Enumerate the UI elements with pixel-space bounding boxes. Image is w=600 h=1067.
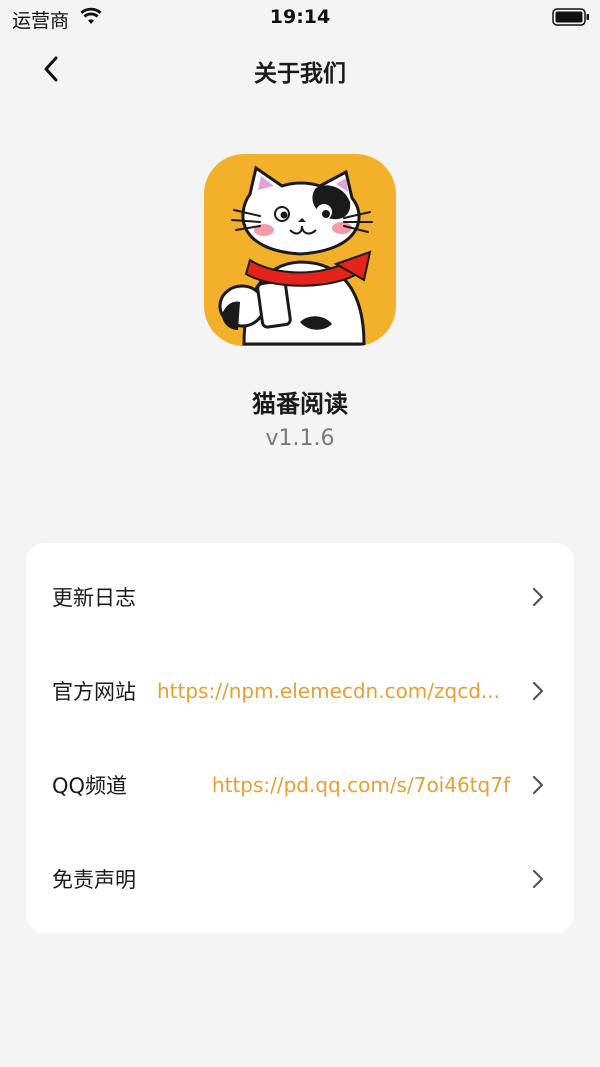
menu-item-label: QQ频道 (52, 774, 128, 798)
chevron-right-icon (532, 587, 544, 607)
nav-bar: 关于我们 (0, 44, 600, 94)
menu-item-label: 更新日志 (52, 586, 136, 610)
menu-item-qq-channel[interactable]: QQ频道 https://pd.qq.com/s/7oi46tq7f (26, 738, 574, 832)
about-menu-card: 更新日志 官方网站 https://npm.elemecdn.com/zqcd.… (26, 543, 574, 933)
menu-item-disclaimer[interactable]: 免责声明 (26, 832, 574, 926)
app-logo (204, 154, 396, 346)
qq-channel-link[interactable]: https://pd.qq.com/s/7oi46tq7f (212, 773, 510, 797)
chevron-right-icon (532, 681, 544, 701)
status-time: 19:14 (269, 6, 331, 28)
chevron-right-icon (532, 775, 544, 795)
status-bar: 运营商 19:14 (0, 0, 600, 34)
cat-reading-logo (218, 165, 373, 346)
battery-icon (552, 8, 589, 26)
chevron-right-icon (532, 869, 544, 889)
page-title: 关于我们 (254, 61, 346, 87)
app-version: v1.1.6 (265, 426, 335, 451)
menu-item-official-website[interactable]: 官方网站 https://npm.elemecdn.com/zqcd... (26, 644, 574, 738)
menu-item-changelog[interactable]: 更新日志 (26, 550, 574, 644)
app-name: 猫番阅读 (252, 390, 348, 418)
menu-item-label: 官方网站 (52, 680, 136, 704)
official-website-link[interactable]: https://npm.elemecdn.com/zqcd... (142, 679, 500, 703)
menu-item-label: 免责声明 (52, 868, 136, 892)
